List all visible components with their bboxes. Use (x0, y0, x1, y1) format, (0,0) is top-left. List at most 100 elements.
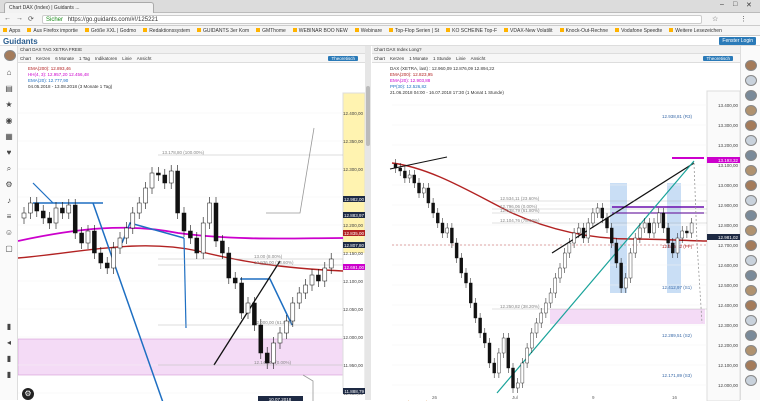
left-mode-button[interactable]: Theoretisch (328, 56, 358, 61)
bookmark-item[interactable]: WEBINAR BOO NEW (293, 28, 348, 34)
list-icon[interactable]: ≡ (4, 212, 14, 222)
watchlist-avatar[interactable] (745, 255, 757, 266)
candle (525, 347, 529, 364)
bookmark-item[interactable]: Aus Firefox importie (27, 28, 77, 34)
folder2-icon[interactable]: ▮ (4, 354, 14, 364)
back-icon[interactable]: ← (4, 15, 11, 22)
candle (572, 232, 576, 244)
ema20-line (18, 226, 344, 242)
fib-label: 12.250,82 (38.20%) (500, 304, 540, 309)
grid-icon[interactable]: ▦ (4, 132, 14, 142)
candle (117, 237, 123, 249)
panel-divider-scrollbar[interactable] (365, 46, 371, 400)
watchlist-avatar[interactable] (745, 225, 757, 236)
reload-icon[interactable]: ⟳ (28, 15, 34, 23)
user-icon[interactable]: ☺ (4, 228, 14, 238)
candle (642, 222, 647, 229)
watchlist-avatar[interactable] (745, 105, 757, 116)
left-toolbar-item[interactable]: 1 Tag (79, 56, 90, 61)
watchlist-avatar[interactable] (745, 330, 757, 341)
candle (436, 212, 440, 224)
watchlist-avatar[interactable] (745, 300, 757, 311)
left-toolbar-item[interactable]: Kerzen (36, 56, 50, 61)
eye-icon[interactable]: ◉ (4, 116, 14, 126)
right-toolbar-item[interactable]: Ansicht (471, 56, 486, 61)
right-price-label: 12.800,00 (718, 223, 739, 228)
url-input[interactable]: Sicher https://go.guidants.com/#!/125221 (42, 15, 702, 24)
bookmark-item[interactable]: GUIDANTS 3er Kom (197, 28, 249, 34)
watchlist-avatar[interactable] (745, 195, 757, 206)
gear-icon[interactable]: ⚙ (4, 180, 14, 190)
search-icon[interactable]: ⌕ (4, 164, 14, 174)
left-price-chart[interactable]: 12.400,0012.350,0012.300,0012.250,0012.2… (18, 63, 365, 401)
share-icon[interactable]: ◂ (4, 338, 14, 348)
heart-icon[interactable]: ♥ (4, 148, 14, 158)
settings-gear-button[interactable]: ⚙ (22, 388, 34, 400)
doc-icon[interactable]: ▢ (4, 244, 14, 254)
candle (28, 202, 33, 214)
watchlist-avatar[interactable] (745, 285, 757, 296)
avatar[interactable] (4, 50, 16, 61)
bookmark-item[interactable]: Vodafone Speedte (615, 28, 662, 34)
right-toolbar-item[interactable]: 1 Monate (409, 56, 428, 61)
right-toolbar-item[interactable]: Linie (456, 56, 466, 61)
left-toolbar-item[interactable]: 6 Monate (55, 56, 74, 61)
candle (553, 277, 558, 294)
left-toolbar-item[interactable]: Ansicht (137, 56, 152, 61)
bookmark-item[interactable]: Apps (3, 28, 20, 34)
fenster-login-button[interactable]: Fenster Login (719, 37, 756, 45)
watchlist-avatar[interactable] (745, 345, 757, 356)
watchlist-avatar[interactable] (745, 75, 757, 86)
left-toolbar-item[interactable]: Chart (20, 56, 31, 61)
right-toolbar-item[interactable]: Chart (374, 56, 385, 61)
close-icon[interactable]: ✕ (746, 1, 752, 9)
watchlist-avatar[interactable] (745, 210, 757, 221)
star-icon[interactable]: ☆ (712, 15, 718, 23)
bookmark-item[interactable]: GMThome (256, 28, 286, 34)
watchlist-avatar[interactable] (745, 315, 757, 326)
right-price-chart[interactable]: 13.400,00 13.300,00 13.200,00 13.100,00 13.0… (372, 63, 740, 401)
chart-icon[interactable]: ▤ (4, 84, 14, 94)
bookmark-item[interactable]: Top-Flop Serien | St (389, 28, 439, 34)
watchlist-avatar[interactable] (745, 270, 757, 281)
watchlist-avatar[interactable] (745, 90, 757, 101)
watchlist-avatar[interactable] (745, 180, 757, 191)
right-mode-button[interactable]: Theoretisch (703, 56, 733, 61)
scroll-thumb[interactable] (366, 86, 370, 146)
forward-icon[interactable]: → (16, 15, 23, 22)
bookmark-item[interactable]: Größe XXL | Godmo (85, 28, 136, 34)
menu-icon[interactable]: ⋮ (740, 15, 747, 23)
home-icon[interactable]: ⌂ (4, 68, 14, 78)
watchlist-avatar[interactable] (745, 120, 757, 131)
watchlist-avatar[interactable] (745, 360, 757, 371)
left-toolbar-item[interactable]: Linie (122, 56, 132, 61)
bookmark-item[interactable]: VDAX-New Volatilit (504, 28, 553, 34)
bookmark-item[interactable]: Redaktionssystem (143, 28, 190, 34)
bell-icon[interactable]: ♪ (4, 196, 14, 206)
candle (258, 324, 264, 354)
candle (609, 227, 614, 244)
right-toolbar-item[interactable]: 1 Stunde (433, 56, 451, 61)
watchlist-avatar[interactable] (745, 60, 757, 71)
watchlist-avatar[interactable] (745, 240, 757, 251)
maximize-icon[interactable]: □ (733, 1, 737, 8)
bookmark-item[interactable]: Weitere Lesezeichen (669, 28, 722, 34)
bookmark-item[interactable]: Webinare (355, 28, 382, 34)
bookmark-item[interactable]: Knock-Out-Rechne (560, 28, 609, 34)
candle (226, 252, 232, 279)
folder-icon[interactable]: ▮ (4, 322, 14, 332)
guidants-logo[interactable]: Guidants (3, 37, 38, 46)
watchlist-avatar[interactable] (745, 165, 757, 176)
folder3-icon[interactable]: ▮ (4, 370, 14, 380)
bookmark-item[interactable]: KO SCHEINE Top-F (446, 28, 497, 34)
left-toolbar-item[interactable]: Indikatoren (95, 56, 117, 61)
watchlist-avatar[interactable] (745, 150, 757, 161)
candle (412, 174, 416, 184)
minimize-icon[interactable]: – (720, 1, 724, 8)
right-toolbar-item[interactable]: Kerzen (390, 56, 404, 61)
candle (66, 204, 72, 214)
browser-tab[interactable]: Chart DAX (Index) | Guidants ... (4, 2, 154, 13)
star-icon[interactable]: ★ (4, 100, 14, 110)
watchlist-avatar[interactable] (745, 135, 757, 146)
watchlist-avatar[interactable] (745, 375, 757, 386)
